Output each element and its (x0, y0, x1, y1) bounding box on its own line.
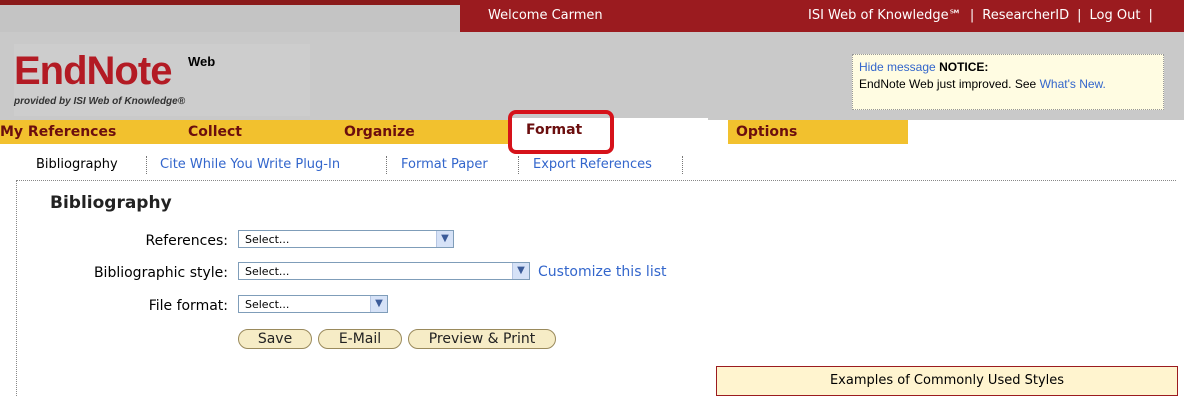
file-format-label: File format: (148, 298, 228, 314)
references-row: References: Select... ▼ (0, 230, 460, 252)
file-format-select-value: Select... (245, 298, 290, 311)
bibliographic-style-label: Bibliographic style: (93, 265, 228, 281)
references-select-value: Select... (245, 233, 290, 246)
tab-label: Collect (188, 124, 242, 140)
tab-organize[interactable]: Organize (340, 120, 508, 144)
bibliographic-style-select-value: Select... (245, 265, 290, 278)
chevron-down-icon: ▼ (512, 263, 529, 279)
references-select[interactable]: Select... ▼ (238, 230, 454, 248)
top-bar: Welcome Carmen ISI Web of Knowledge℠ | Res… (0, 0, 1184, 32)
logo-subtitle: provided by ISI Web of Knowledge® (14, 96, 186, 107)
separator: | (1077, 8, 1082, 23)
references-label: References: (145, 233, 228, 249)
logo-text: EndNote (14, 49, 172, 93)
logo-superscript: Web (188, 54, 216, 69)
divider (146, 156, 147, 174)
content-border-left (16, 180, 17, 396)
hide-message-link[interactable]: Hide message (859, 60, 936, 74)
subnav-cite-while-you-write[interactable]: Cite While You Write Plug-In (160, 150, 340, 180)
tab-collect[interactable]: Collect (170, 120, 340, 144)
endnote-web-logo[interactable]: EndNote Web provided by ISI Web of Knowl… (14, 44, 310, 116)
bibliographic-style-row: Bibliographic style: Select... ▼ Customi… (0, 262, 700, 284)
chevron-down-icon: ▼ (436, 231, 453, 247)
save-button[interactable]: Save (238, 329, 312, 349)
chevron-down-icon: ▼ (370, 296, 387, 312)
link-researcherid[interactable]: ResearcherID (982, 8, 1069, 23)
file-format-row: File format: Select... ▼ (0, 295, 400, 317)
header: EndNote Web provided by ISI Web of Knowl… (0, 32, 1184, 120)
divider (518, 156, 519, 174)
notice-title: NOTICE: (939, 60, 989, 74)
subnav-bibliography[interactable]: Bibliography (36, 150, 118, 180)
link-isi-web-of-knowledge[interactable]: ISI Web of Knowledge℠ (808, 8, 962, 23)
page-title: Bibliography (50, 193, 172, 213)
separator: | (1148, 8, 1153, 23)
content-border-top (16, 180, 1176, 181)
notice-box: Hide message NOTICE: EndNote Web just im… (852, 54, 1164, 110)
separator: | (969, 8, 975, 23)
tab-label: Options (736, 124, 798, 140)
examples-commonly-used-styles[interactable]: Examples of Commonly Used Styles (716, 366, 1178, 396)
email-button[interactable]: E-Mail (318, 329, 402, 349)
top-links: ISI Web of Knowledge℠ | ResearcherID | Log O… (778, 0, 1184, 32)
format-tab-highlight (508, 110, 614, 154)
notice-text: EndNote Web just improved. See (859, 77, 1037, 91)
tab-label: Organize (344, 124, 415, 140)
welcome-text: Welcome Carmen (488, 8, 603, 23)
bibliographic-style-select[interactable]: Select... ▼ (238, 262, 530, 280)
subnav-export-references[interactable]: Export References (533, 150, 652, 180)
welcome-area: Welcome Carmen (460, 0, 778, 32)
tab-label: My References (0, 124, 117, 140)
whats-new-link[interactable]: What's New. (1040, 77, 1106, 91)
customize-list-link[interactable]: Customize this list (538, 264, 667, 280)
link-log-out[interactable]: Log Out (1090, 8, 1141, 23)
divider (386, 156, 387, 174)
tab-my-references[interactable]: My References (0, 120, 170, 144)
subnav-format-paper[interactable]: Format Paper (401, 150, 488, 180)
preview-print-button[interactable]: Preview & Print (408, 329, 556, 349)
divider (682, 156, 683, 174)
tab-options[interactable]: Options (728, 120, 908, 144)
file-format-select[interactable]: Select... ▼ (238, 295, 388, 313)
sub-navigation: Bibliography Cite While You Write Plug-I… (16, 150, 686, 180)
